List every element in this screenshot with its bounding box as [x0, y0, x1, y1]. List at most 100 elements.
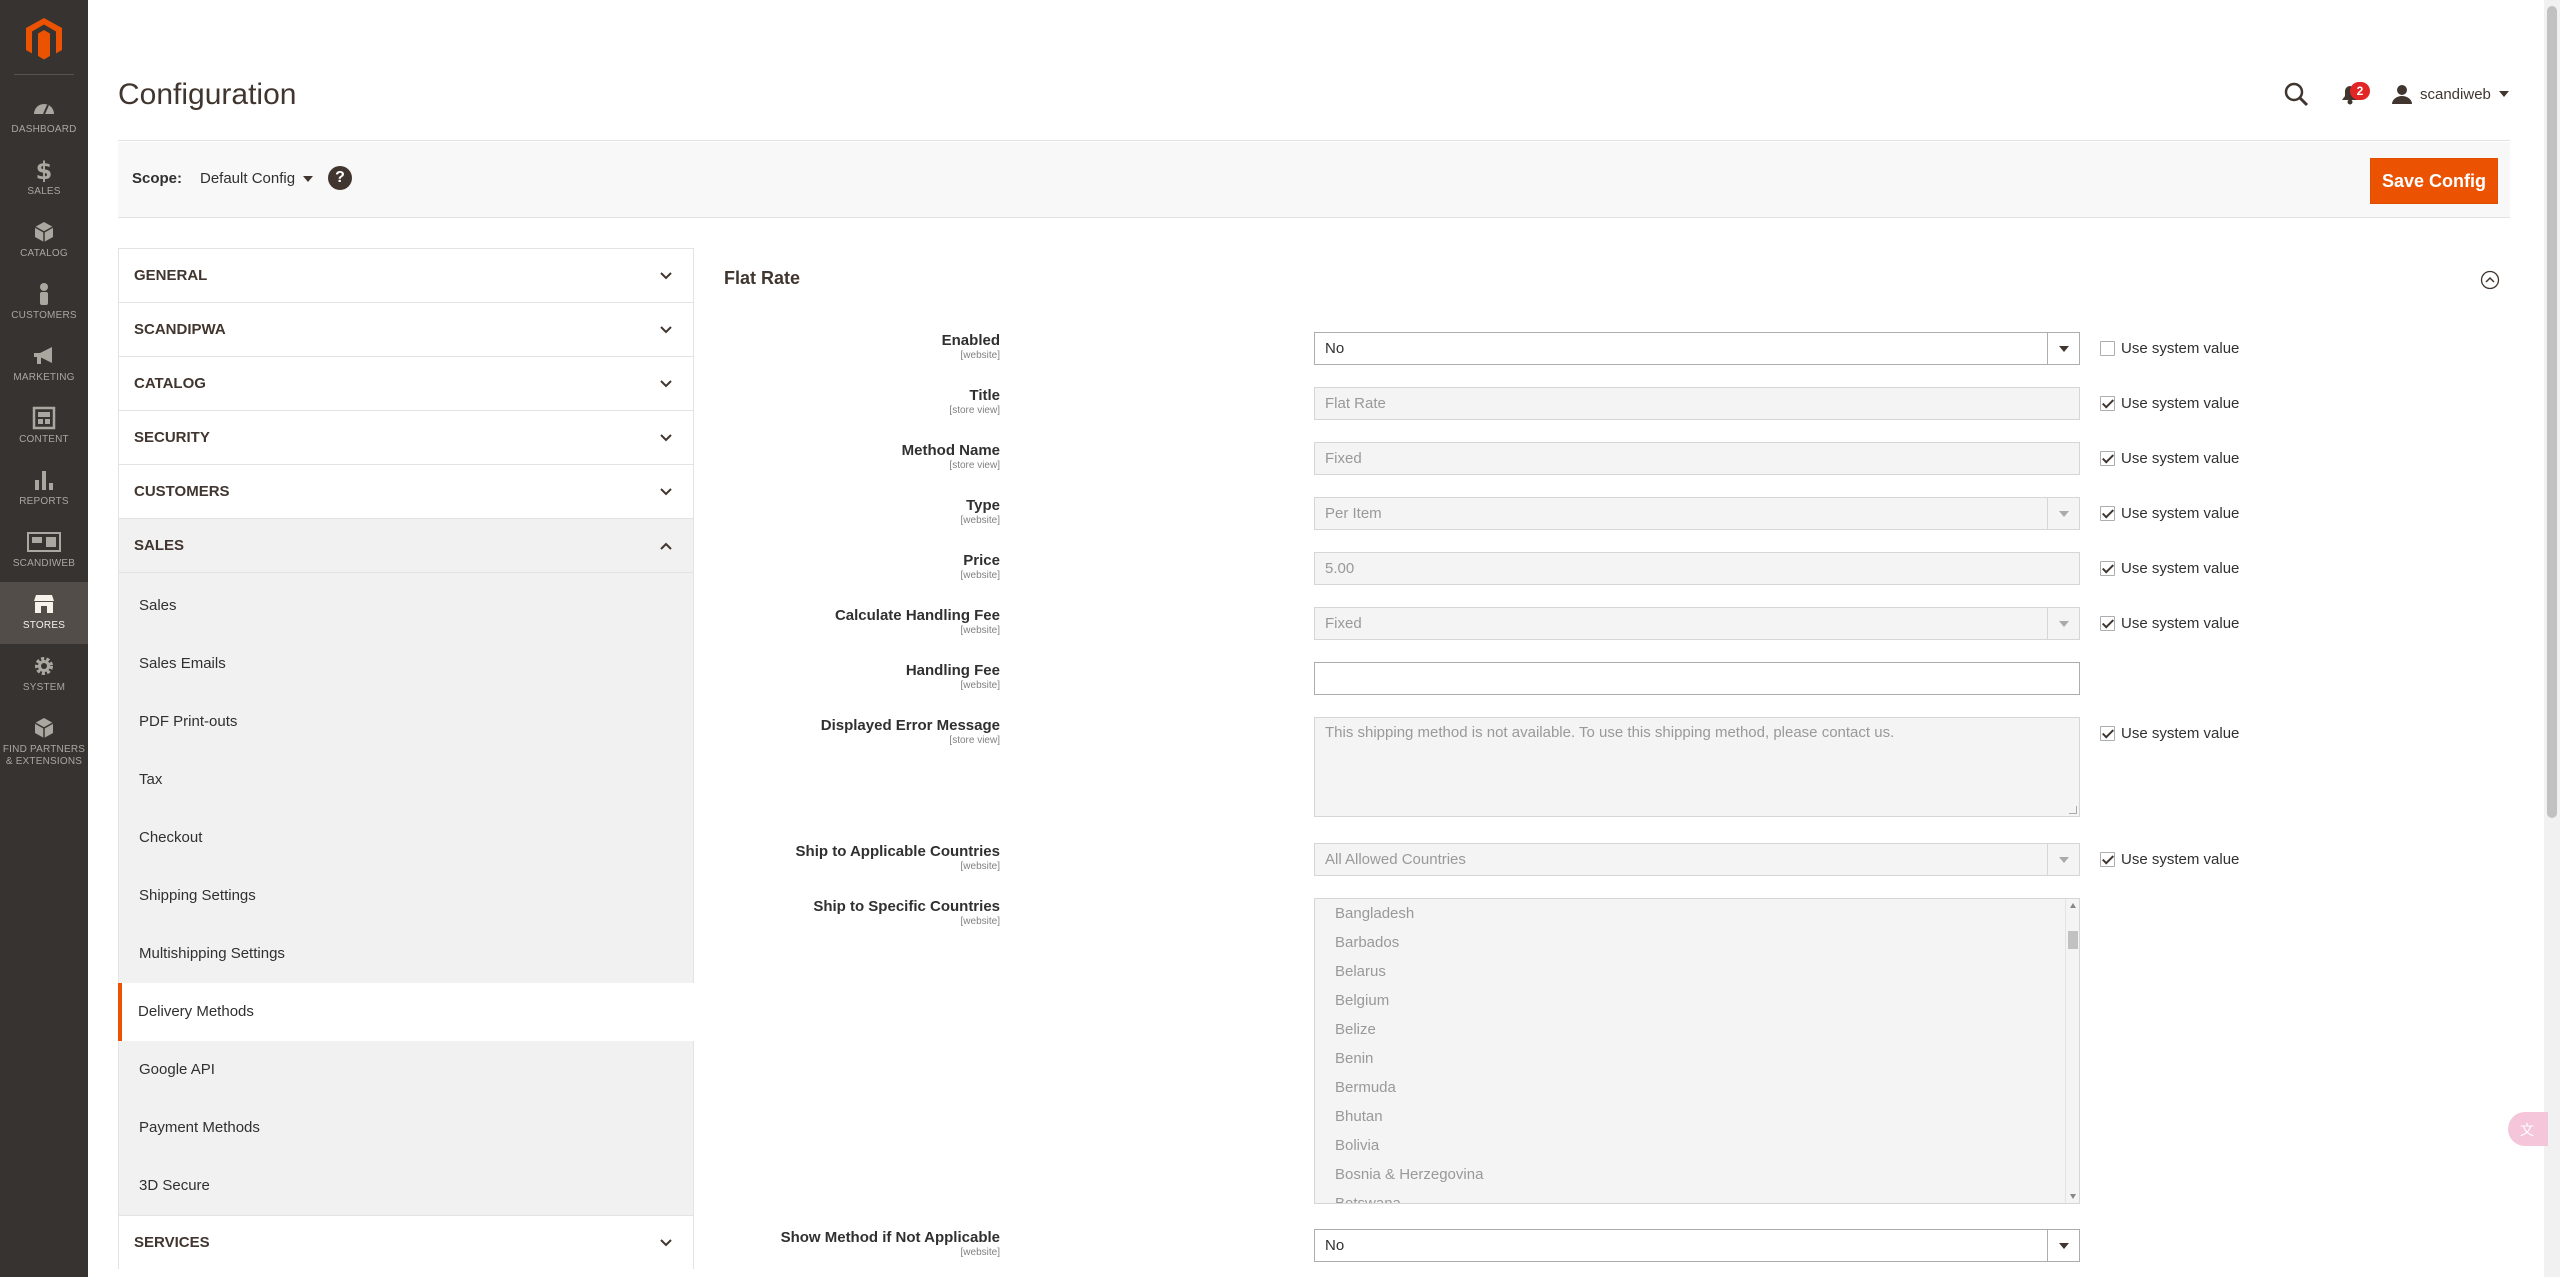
field-label: Enabled [website]: [942, 332, 1000, 362]
country-option[interactable]: Bangladesh: [1315, 899, 2079, 928]
method-name-input[interactable]: Fixed: [1314, 442, 2080, 475]
calculate-handling-fee-select[interactable]: Fixed: [1314, 607, 2080, 640]
country-option[interactable]: Belize: [1315, 1015, 2079, 1044]
type-select[interactable]: Per Item: [1314, 497, 2080, 530]
sales-subitems: Sales Sales Emails PDF Print-outs Tax Ch…: [118, 572, 694, 1215]
price-input[interactable]: 5.00: [1314, 552, 2080, 585]
handling-fee-input[interactable]: [1314, 662, 2080, 695]
country-option[interactable]: Botswana: [1315, 1189, 2079, 1203]
listbox-scrollbar[interactable]: [2065, 899, 2079, 1203]
menu-item-content[interactable]: CONTENT: [0, 396, 88, 458]
scroll-up-icon[interactable]: [2070, 903, 2076, 908]
checkbox[interactable]: [2100, 561, 2115, 576]
country-option[interactable]: Bermuda: [1315, 1073, 2079, 1102]
translate-floating-button[interactable]: 文: [2508, 1112, 2548, 1146]
checkbox[interactable]: [2100, 616, 2115, 631]
subitem-delivery-methods[interactable]: Delivery Methods: [118, 983, 694, 1041]
menu-item-stores[interactable]: STORES: [0, 582, 88, 644]
menu-label: DASHBOARD: [11, 124, 77, 135]
subitem-checkout[interactable]: Checkout: [119, 809, 693, 867]
error-message-textarea[interactable]: This shipping method is not available. T…: [1314, 717, 2080, 817]
use-system-value-title[interactable]: Use system value: [2100, 395, 2239, 412]
select-value: No: [1325, 1237, 1345, 1254]
field-label: Ship to Applicable Countries [website]: [796, 843, 1000, 873]
tab-label: SCANDIPWA: [134, 321, 226, 338]
collapse-section-icon[interactable]: [2480, 270, 2500, 290]
user-account-menu[interactable]: scandiweb: [2392, 80, 2509, 108]
checkbox-label: Use system value: [2121, 851, 2240, 868]
subitem-multishipping-settings[interactable]: Multishipping Settings: [119, 925, 693, 983]
subitem-payment-methods[interactable]: Payment Methods: [119, 1099, 693, 1157]
checkbox-label: Use system value: [2121, 615, 2240, 632]
country-option[interactable]: Belgium: [1315, 986, 2079, 1015]
use-system-value-type[interactable]: Use system value: [2100, 505, 2239, 522]
applicable-countries-select[interactable]: All Allowed Countries: [1314, 843, 2080, 876]
tab-sales[interactable]: SALES: [118, 518, 694, 572]
menu-item-sales[interactable]: $ SALES: [0, 148, 88, 210]
use-system-value-calculate-handling-fee[interactable]: Use system value: [2100, 615, 2239, 632]
show-method-select[interactable]: No: [1314, 1229, 2080, 1262]
notifications-count-badge[interactable]: 2: [2350, 82, 2370, 100]
subitem-sales[interactable]: Sales: [119, 577, 693, 635]
menu-item-marketing[interactable]: MARKETING: [0, 334, 88, 396]
use-system-value-applicable-countries[interactable]: Use system value: [2100, 851, 2239, 868]
tab-customers[interactable]: CUSTOMERS: [118, 464, 694, 518]
checkbox[interactable]: [2100, 451, 2115, 466]
tab-services[interactable]: SERVICES: [118, 1215, 694, 1269]
title-input[interactable]: Flat Rate: [1314, 387, 2080, 420]
checkbox[interactable]: [2100, 726, 2115, 741]
magento-logo-icon[interactable]: [22, 16, 66, 60]
menu-item-customers[interactable]: CUSTOMERS: [0, 272, 88, 334]
select-value: No: [1325, 340, 1345, 357]
use-system-value-error-message[interactable]: Use system value: [2100, 725, 2239, 742]
cube-icon: [34, 222, 54, 242]
country-option[interactable]: Belarus: [1315, 957, 2079, 986]
checkbox[interactable]: [2100, 341, 2115, 356]
menu-item-partners[interactable]: FIND PARTNERS & EXTENSIONS: [0, 706, 88, 784]
checkbox-label: Use system value: [2121, 395, 2240, 412]
subitem-google-api[interactable]: Google API: [119, 1041, 693, 1099]
help-icon[interactable]: ?: [328, 166, 352, 190]
save-config-button[interactable]: Save Config: [2370, 158, 2498, 204]
scope-switcher[interactable]: Default Config: [200, 170, 314, 187]
menu-item-scandiweb[interactable]: SCANDIWEB: [0, 520, 88, 582]
tab-security[interactable]: SECURITY: [118, 410, 694, 464]
checkbox[interactable]: [2100, 396, 2115, 411]
enabled-select[interactable]: No: [1314, 332, 2080, 365]
use-system-value-enabled[interactable]: Use system value: [2100, 340, 2239, 357]
menu-item-system[interactable]: SYSTEM: [0, 644, 88, 706]
country-option[interactable]: Benin: [1315, 1044, 2079, 1073]
specific-countries-multiselect[interactable]: Bangladesh Barbados Belarus Belgium Beli…: [1314, 898, 2080, 1204]
resize-handle[interactable]: [2069, 806, 2077, 814]
subitem-sales-emails[interactable]: Sales Emails: [119, 635, 693, 693]
scroll-down-icon[interactable]: [2070, 1194, 2076, 1199]
country-option[interactable]: Bolivia: [1315, 1131, 2079, 1160]
checkbox-label: Use system value: [2121, 560, 2240, 577]
search-icon[interactable]: [2282, 80, 2310, 108]
country-option[interactable]: Bhutan: [1315, 1102, 2079, 1131]
scope-text: [website]: [960, 1247, 1000, 1258]
scroll-thumb[interactable]: [2547, 6, 2557, 818]
tab-catalog[interactable]: CATALOG: [118, 356, 694, 410]
use-system-value-price[interactable]: Use system value: [2100, 560, 2239, 577]
use-system-value-method-name[interactable]: Use system value: [2100, 450, 2239, 467]
subitem-shipping-settings[interactable]: Shipping Settings: [119, 867, 693, 925]
menu-item-reports[interactable]: REPORTS: [0, 458, 88, 520]
subitem-3d-secure[interactable]: 3D Secure: [119, 1157, 693, 1215]
checkbox[interactable]: [2100, 852, 2115, 867]
subitem-tax[interactable]: Tax: [119, 751, 693, 809]
page-scrollbar[interactable]: [2544, 0, 2560, 1277]
subitem-pdf-printouts[interactable]: PDF Print-outs: [119, 693, 693, 751]
header-divider: [118, 140, 2510, 141]
checkbox[interactable]: [2100, 506, 2115, 521]
section-title-flat-rate[interactable]: Flat Rate: [724, 268, 800, 289]
country-option[interactable]: Bosnia & Herzegovina: [1315, 1160, 2079, 1189]
tab-scandipwa[interactable]: SCANDIPWA: [118, 302, 694, 356]
tab-general[interactable]: GENERAL: [118, 248, 694, 302]
scroll-thumb[interactable]: [2068, 931, 2078, 949]
country-option[interactable]: Barbados: [1315, 928, 2079, 957]
label-text: Title: [969, 387, 1000, 404]
menu-item-dashboard[interactable]: DASHBOARD: [0, 86, 88, 148]
label-text: Handling Fee: [905, 662, 1000, 679]
menu-item-catalog[interactable]: CATALOG: [0, 210, 88, 272]
